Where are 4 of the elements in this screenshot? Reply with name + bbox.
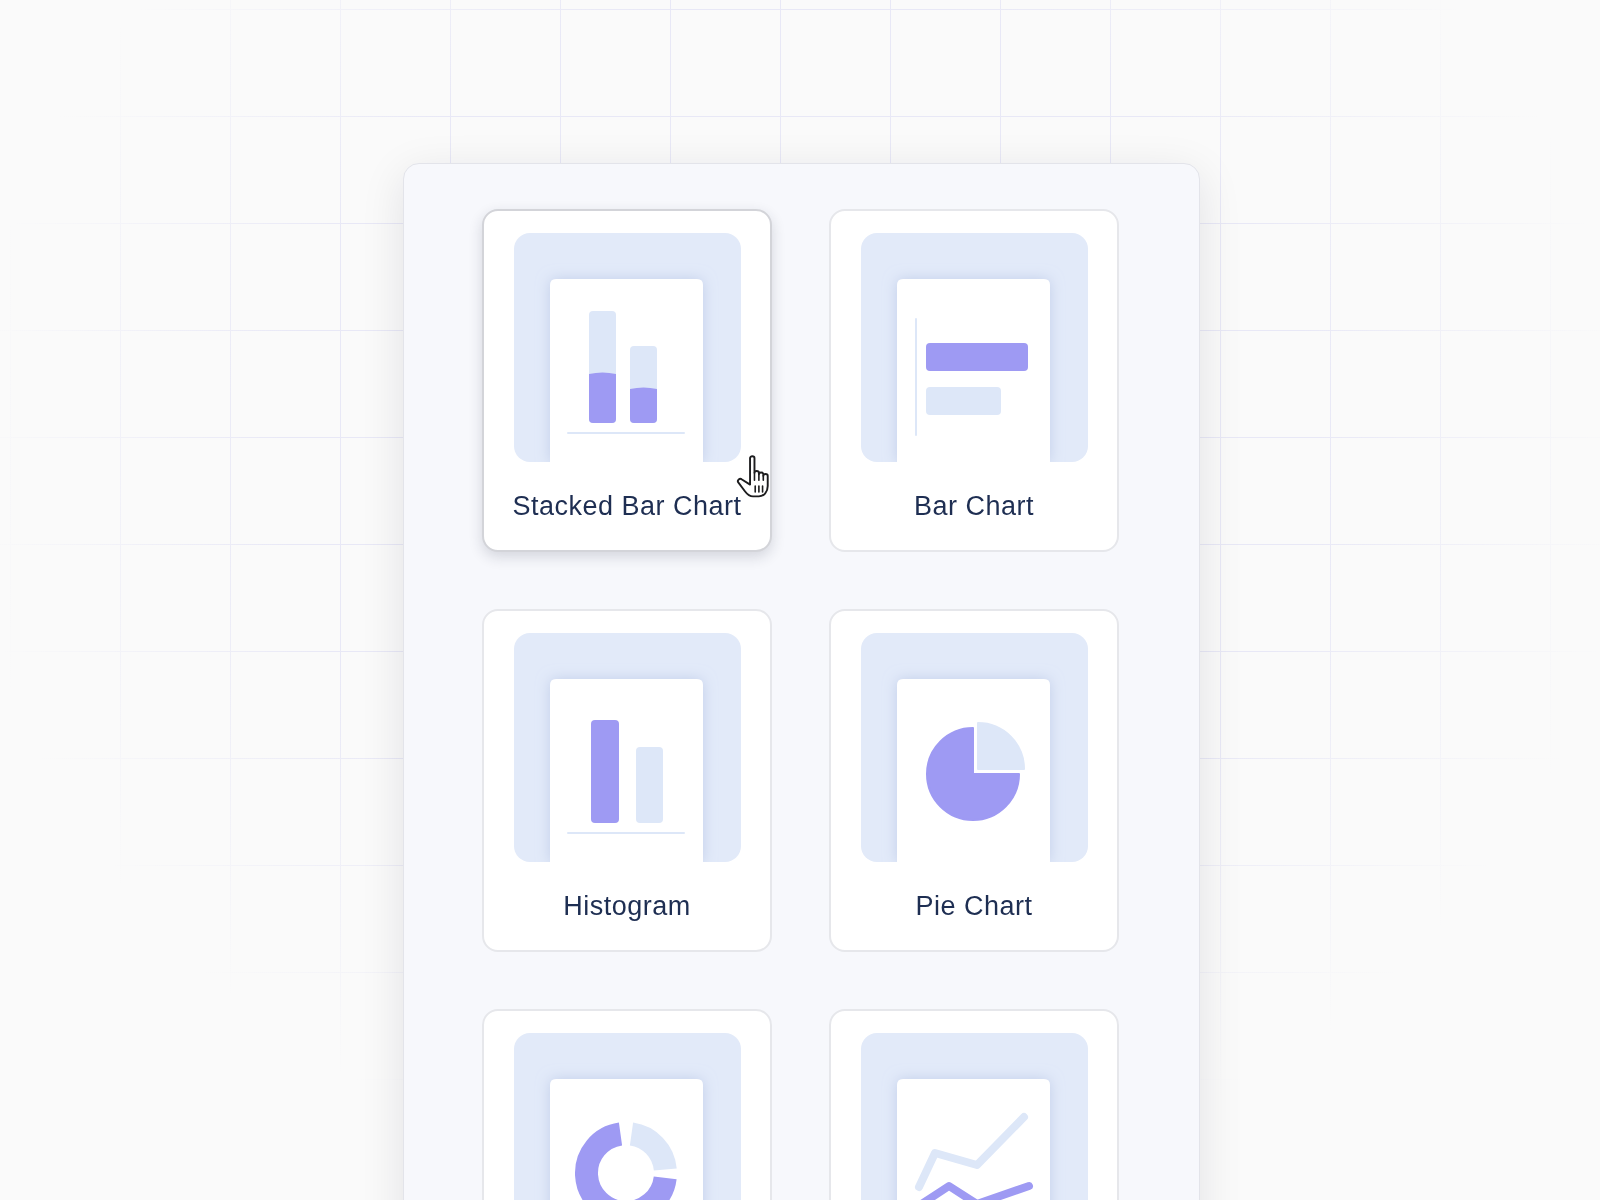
chart-type-card[interactable]: Stacked Bar Chart [482,209,772,552]
chart-type-card[interactable]: Bar Chart [829,209,1119,552]
chart-type-card[interactable]: Histogram [482,609,772,952]
chart-type-card[interactable]: Pie Chart [829,609,1119,952]
